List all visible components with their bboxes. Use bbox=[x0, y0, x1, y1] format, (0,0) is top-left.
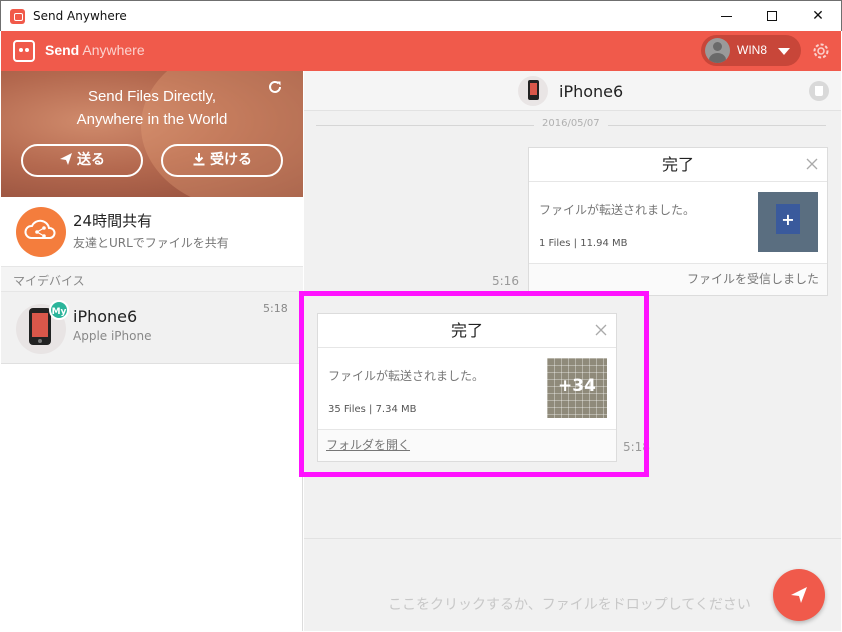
my-badge: My bbox=[49, 300, 69, 320]
chevron-down-icon bbox=[778, 48, 790, 55]
drop-zone[interactable]: ここをクリックするか、ファイルをドロップしてください bbox=[304, 538, 841, 631]
left-panel: Send Files Directly, Anywhere in the Wor… bbox=[1, 71, 303, 631]
cloud-share-icon bbox=[16, 207, 66, 257]
maximize-icon bbox=[767, 11, 777, 21]
send-button-label: 送る bbox=[77, 152, 105, 168]
date-separator: 2016/05/07 bbox=[316, 118, 826, 132]
close-window-button[interactable]: ✕ bbox=[795, 1, 841, 31]
maximize-button[interactable] bbox=[749, 1, 795, 31]
paper-plane-icon bbox=[60, 153, 72, 165]
card-title: 完了 bbox=[529, 148, 827, 182]
device-name: iPhone6 bbox=[73, 307, 138, 326]
banner-line-2: Anywhere in the World bbox=[76, 111, 228, 128]
banner-line-1: Send Files Directly, bbox=[87, 88, 217, 105]
receive-button-label: 受ける bbox=[210, 152, 252, 168]
minimize-button[interactable] bbox=[703, 1, 749, 31]
drop-zone-placeholder: ここをクリックするか、ファイルをドロップしてください bbox=[388, 597, 751, 613]
share-title: 24時間共有 bbox=[73, 212, 153, 230]
app-logo-text: Send Anywhere bbox=[45, 42, 145, 58]
card-message: ファイルが転送されました。 bbox=[539, 203, 696, 217]
chat-panel: iPhone6 2016/05/07 完了 ファイルが転送されました。 1 Fi… bbox=[299, 71, 841, 631]
user-menu-button[interactable]: WIN8 bbox=[701, 35, 801, 66]
chat-header: iPhone6 bbox=[304, 71, 841, 111]
logo-bold: Send bbox=[45, 42, 80, 58]
user-name: WIN8 bbox=[737, 43, 767, 57]
logo-light: Anywhere bbox=[82, 42, 145, 58]
window-titlebar: Send Anywhere ✕ bbox=[0, 0, 842, 31]
minimize-icon bbox=[720, 15, 732, 17]
phone-icon bbox=[528, 80, 539, 100]
app-icon bbox=[10, 9, 25, 24]
refresh-icon[interactable] bbox=[267, 79, 283, 95]
device-item-iphone6[interactable]: My iPhone6 Apple iPhone 5:18 bbox=[1, 292, 303, 364]
send-fab-button[interactable] bbox=[773, 569, 825, 621]
phone-icon bbox=[29, 308, 51, 345]
device-time: 5:18 bbox=[263, 302, 288, 315]
document-icon: + bbox=[776, 204, 800, 234]
app-logo-icon bbox=[13, 40, 35, 62]
share-24h-item[interactable]: 24時間共有 友達とURLでファイルを共有 bbox=[1, 197, 303, 267]
share-subtitle: 友達とURLでファイルを共有 bbox=[73, 236, 229, 250]
receive-button[interactable]: 受ける bbox=[161, 144, 283, 177]
file-thumbnail[interactable]: + bbox=[758, 192, 818, 252]
gear-icon[interactable] bbox=[811, 41, 831, 61]
app-header: Send Anywhere WIN8 bbox=[1, 31, 841, 71]
trash-icon[interactable] bbox=[809, 81, 829, 101]
device-model: Apple iPhone bbox=[73, 329, 152, 343]
transfer-card: 完了 ファイルが転送されました。 1 Files | 11.94 MB + ファ… bbox=[528, 147, 828, 296]
banner: Send Files Directly, Anywhere in the Wor… bbox=[1, 71, 303, 197]
close-icon[interactable] bbox=[805, 157, 819, 171]
paper-plane-icon bbox=[791, 587, 807, 603]
date-label: 2016/05/07 bbox=[534, 118, 608, 129]
message-time: 5:16 bbox=[492, 274, 519, 288]
chat-title: iPhone6 bbox=[559, 82, 624, 101]
user-avatar-icon bbox=[705, 38, 730, 63]
card-file-info: 1 Files | 11.94 MB bbox=[539, 238, 628, 249]
card-title-text: 完了 bbox=[661, 155, 694, 174]
card-body: ファイルが転送されました。 1 Files | 11.94 MB + bbox=[529, 182, 827, 263]
highlight-box bbox=[299, 291, 649, 477]
document-plus-label: + bbox=[781, 210, 795, 229]
window-title: Send Anywhere bbox=[33, 9, 127, 23]
download-icon bbox=[193, 153, 205, 166]
my-devices-label: マイデバイス bbox=[1, 267, 303, 292]
send-button[interactable]: 送る bbox=[21, 144, 143, 177]
